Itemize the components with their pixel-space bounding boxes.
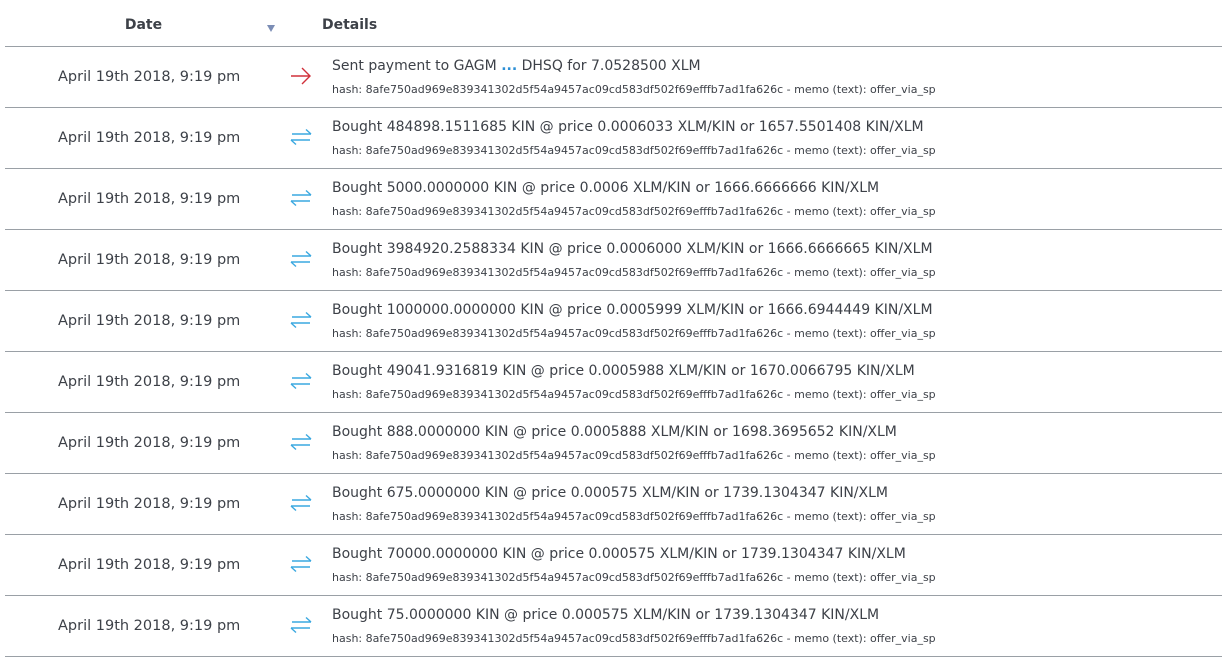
table-row: April 19th 2018, 9:19 pm Bought 1000000.… — [5, 291, 1222, 352]
row-date: April 19th 2018, 9:19 pm — [58, 557, 241, 573]
table-row: April 19th 2018, 9:19 pm Bought 888.0000… — [5, 413, 1222, 474]
row-details-main: Bought 675.0000000 KIN @ price 0.000575 … — [332, 485, 888, 501]
arrow-right-icon — [288, 65, 314, 87]
row-date: April 19th 2018, 9:19 pm — [58, 252, 241, 268]
row-details-main: Bought 70000.0000000 KIN @ price 0.00057… — [332, 546, 906, 562]
payment-suffix: DHSQ for 7.0528500 XLM — [521, 58, 701, 74]
row-date: April 19th 2018, 9:19 pm — [58, 435, 241, 451]
address-ellipsis[interactable]: ... — [501, 58, 517, 74]
swap-arrows-icon — [288, 187, 314, 209]
row-hash-memo: hash: 8afe750ad969e839341302d5f54a9457ac… — [332, 205, 936, 218]
row-hash-memo: hash: 8afe750ad969e839341302d5f54a9457ac… — [332, 144, 936, 157]
table-row: April 19th 2018, 9:19 pm Bought 3984920.… — [5, 230, 1222, 291]
swap-arrows-icon — [288, 553, 314, 575]
table-row: April 19th 2018, 9:19 pm Bought 75.00000… — [5, 596, 1222, 657]
table-row: April 19th 2018, 9:19 pm Bought 70000.00… — [5, 535, 1222, 596]
table-row: April 19th 2018, 9:19 pm Bought 49041.93… — [5, 352, 1222, 413]
row-details-main: Bought 5000.0000000 KIN @ price 0.0006 X… — [332, 180, 880, 196]
sort-desc-icon[interactable] — [267, 25, 275, 32]
table-row: April 19th 2018, 9:19 pm Bought 5000.000… — [5, 169, 1222, 230]
swap-arrows-icon — [288, 370, 314, 392]
row-details-main: Bought 75.0000000 KIN @ price 0.000575 X… — [332, 607, 880, 623]
row-details-main: Bought 888.0000000 KIN @ price 0.0005888… — [332, 424, 897, 440]
row-date: April 19th 2018, 9:19 pm — [58, 496, 241, 512]
row-date: April 19th 2018, 9:19 pm — [58, 618, 241, 634]
row-details-main: Bought 484898.1511685 KIN @ price 0.0006… — [332, 119, 924, 135]
transactions-table: Date Details April 19th 2018, 9:19 pm Se… — [0, 0, 1227, 657]
row-details-main: Bought 3984920.2588334 KIN @ price 0.000… — [332, 241, 933, 257]
swap-arrows-icon — [288, 309, 314, 331]
swap-arrows-icon — [288, 431, 314, 453]
payment-prefix: Sent payment to GAGM — [332, 58, 497, 74]
row-hash-memo: hash: 8afe750ad969e839341302d5f54a9457ac… — [332, 632, 936, 645]
row-hash-memo: hash: 8afe750ad969e839341302d5f54a9457ac… — [332, 327, 936, 340]
row-hash-memo: hash: 8afe750ad969e839341302d5f54a9457ac… — [332, 83, 936, 96]
table-row: April 19th 2018, 9:19 pm Sent payment to… — [5, 47, 1222, 108]
row-hash-memo: hash: 8afe750ad969e839341302d5f54a9457ac… — [332, 449, 936, 462]
row-hash-memo: hash: 8afe750ad969e839341302d5f54a9457ac… — [332, 510, 936, 523]
swap-arrows-icon — [288, 492, 314, 514]
row-date: April 19th 2018, 9:19 pm — [58, 130, 241, 146]
row-details-main: Bought 49041.9316819 KIN @ price 0.00059… — [332, 363, 915, 379]
swap-arrows-icon — [288, 248, 314, 270]
details-column-header: Details — [322, 17, 378, 33]
row-details-main: Sent payment to GAGM ... DHSQ for 7.0528… — [332, 58, 701, 74]
row-details-main: Bought 1000000.0000000 KIN @ price 0.000… — [332, 302, 933, 318]
row-date: April 19th 2018, 9:19 pm — [58, 313, 241, 329]
row-hash-memo: hash: 8afe750ad969e839341302d5f54a9457ac… — [332, 571, 936, 584]
date-column-header[interactable]: Date — [110, 17, 177, 33]
swap-arrows-icon — [288, 126, 314, 148]
row-hash-memo: hash: 8afe750ad969e839341302d5f54a9457ac… — [332, 266, 936, 279]
table-row: April 19th 2018, 9:19 pm Bought 675.0000… — [5, 474, 1222, 535]
swap-arrows-icon — [288, 614, 314, 636]
row-date: April 19th 2018, 9:19 pm — [58, 191, 241, 207]
table-row: April 19th 2018, 9:19 pm Bought 484898.1… — [5, 108, 1222, 169]
row-date: April 19th 2018, 9:19 pm — [58, 374, 241, 390]
row-hash-memo: hash: 8afe750ad969e839341302d5f54a9457ac… — [332, 388, 936, 401]
row-date: April 19th 2018, 9:19 pm — [58, 69, 241, 85]
table-header: Date Details — [5, 0, 1222, 47]
